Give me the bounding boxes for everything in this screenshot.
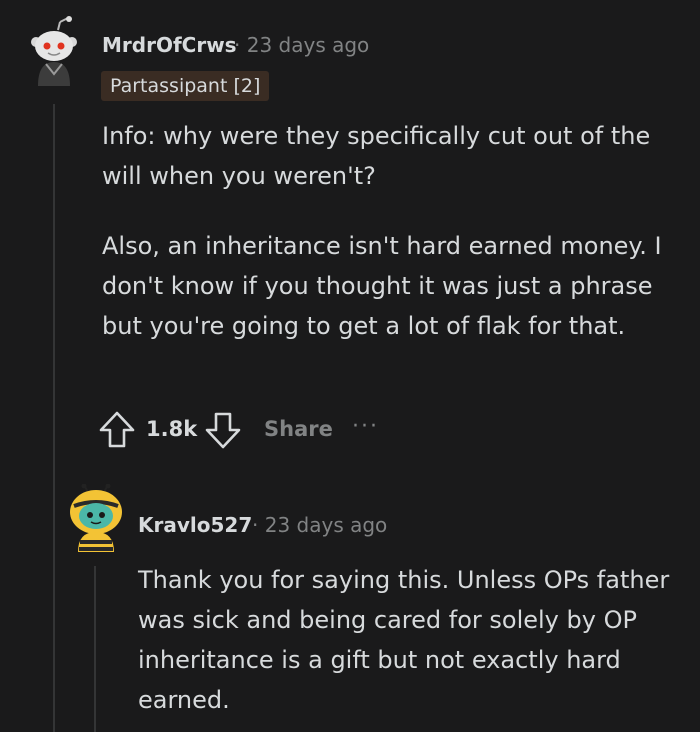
comment-meta: · 23 days ago xyxy=(234,33,369,57)
thread-line[interactable] xyxy=(94,566,96,732)
reply-paragraph: Thank you for saying this. Unless OPs fa… xyxy=(138,566,670,714)
meta-separator: · xyxy=(234,33,241,57)
reply-timestamp[interactable]: 23 days ago xyxy=(265,513,388,537)
reply-body: Thank you for saying this. Unless OPs fa… xyxy=(138,560,688,720)
vote-count: 1.8k xyxy=(146,417,198,441)
thread-line[interactable] xyxy=(53,104,55,732)
reply-user-avatar[interactable] xyxy=(66,483,126,552)
comment-username[interactable]: MrdrOfCrws xyxy=(102,33,237,57)
comment-body: Info: why were they specifically cut out… xyxy=(102,116,687,346)
upvote-arrow-icon[interactable] xyxy=(98,410,136,450)
comment-paragraph: Also, an inheritance isn't hard earned m… xyxy=(102,232,662,340)
more-options-icon[interactable]: ··· xyxy=(352,414,379,439)
reply-username[interactable]: Kravlo527 xyxy=(138,513,252,537)
comment-paragraph: Info: why were they specifically cut out… xyxy=(102,122,651,190)
reply-meta: · 23 days ago xyxy=(252,513,387,537)
user-flair: Partassipant [2] xyxy=(101,71,270,101)
comment-timestamp[interactable]: 23 days ago xyxy=(247,33,370,57)
bee-costume-snoo-avatar-icon xyxy=(70,483,122,552)
comment-action-bar: 1.8k Share ··· xyxy=(98,408,418,452)
meta-separator: · xyxy=(252,513,259,537)
share-button[interactable]: Share xyxy=(264,417,333,441)
snoo-avatar-icon xyxy=(31,16,77,86)
downvote-arrow-icon[interactable] xyxy=(204,410,242,450)
user-avatar[interactable] xyxy=(22,16,86,88)
